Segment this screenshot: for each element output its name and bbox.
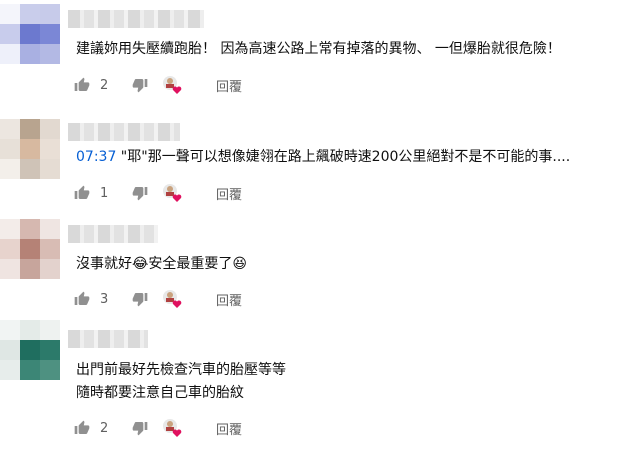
like-button[interactable] bbox=[74, 420, 90, 436]
thumb-up-icon bbox=[74, 291, 90, 305]
author-name[interactable] bbox=[68, 10, 204, 28]
comment-3: 沒事就好😂安全最重要了😆 3 回覆 bbox=[0, 215, 630, 320]
thumb-up-icon bbox=[74, 185, 90, 199]
creator-heart-icon[interactable] bbox=[162, 289, 184, 309]
like-count: 2 bbox=[100, 420, 109, 436]
author-name[interactable] bbox=[68, 330, 148, 348]
avatar[interactable] bbox=[0, 219, 60, 279]
dislike-button[interactable] bbox=[132, 77, 148, 93]
comment-actions: 3 回覆 bbox=[74, 287, 242, 311]
reply-button[interactable]: 回覆 bbox=[216, 76, 242, 95]
comment-actions: 2 回覆 bbox=[74, 73, 242, 97]
comment-text-line-1: 出門前最好先檢查汽車的胎壓等等 bbox=[76, 362, 286, 378]
comment-text: 建議妳用失壓續跑胎！ 因為高速公路上常有掉落的異物、 一但爆胎就很危險！ bbox=[76, 41, 561, 57]
thumb-down-icon bbox=[132, 79, 148, 93]
author-name[interactable] bbox=[68, 225, 158, 243]
creator-heart-icon[interactable] bbox=[162, 418, 184, 438]
comment-actions: 2 回覆 bbox=[74, 416, 242, 440]
comment-actions: 1 回覆 bbox=[74, 181, 242, 205]
creator-heart-icon[interactable] bbox=[162, 183, 184, 203]
like-count: 3 bbox=[100, 291, 109, 307]
dislike-button[interactable] bbox=[132, 185, 148, 201]
avatar[interactable] bbox=[0, 4, 60, 64]
reply-button[interactable]: 回覆 bbox=[216, 419, 242, 438]
comment-text-line-2: 隨時都要注意自己車的胎紋 bbox=[76, 385, 244, 401]
dislike-button[interactable] bbox=[132, 420, 148, 436]
like-count: 2 bbox=[100, 77, 109, 93]
thumb-up-icon bbox=[74, 420, 90, 434]
like-count: 1 bbox=[100, 185, 109, 201]
thumb-down-icon bbox=[132, 422, 148, 436]
like-button[interactable] bbox=[74, 185, 90, 201]
like-button[interactable] bbox=[74, 77, 90, 93]
dislike-button[interactable] bbox=[132, 291, 148, 307]
thumb-down-icon bbox=[132, 187, 148, 201]
reply-button[interactable]: 回覆 bbox=[216, 290, 242, 309]
avatar[interactable] bbox=[0, 119, 60, 179]
like-button[interactable] bbox=[74, 291, 90, 307]
comment-text: 07:37 "耶"那一聲可以想像婕翎在路上飆破時速200公里絕對不是不可能的事.… bbox=[76, 146, 570, 169]
avatar[interactable] bbox=[0, 320, 60, 380]
comment-4: 出門前最好先檢查汽車的胎壓等等 隨時都要注意自己車的胎紋 2 回覆 bbox=[0, 320, 630, 450]
comment-1: 建議妳用失壓續跑胎！ 因為高速公路上常有掉落的異物、 一但爆胎就很危險！ 2 回… bbox=[0, 0, 630, 105]
reply-button[interactable]: 回覆 bbox=[216, 184, 242, 203]
comment-body: "耶"那一聲可以想像婕翎在路上飆破時速200公里絕對不是不可能的事.... bbox=[116, 149, 571, 165]
thumb-up-icon bbox=[74, 77, 90, 91]
timestamp-link[interactable]: 07:37 bbox=[76, 149, 116, 165]
creator-heart-icon[interactable] bbox=[162, 75, 184, 95]
comment-2: 07:37 "耶"那一聲可以想像婕翎在路上飆破時速200公里絕對不是不可能的事.… bbox=[0, 105, 630, 215]
thumb-down-icon bbox=[132, 293, 148, 307]
author-name[interactable] bbox=[68, 123, 180, 141]
comment-text: 沒事就好😂安全最重要了😆 bbox=[76, 256, 247, 272]
